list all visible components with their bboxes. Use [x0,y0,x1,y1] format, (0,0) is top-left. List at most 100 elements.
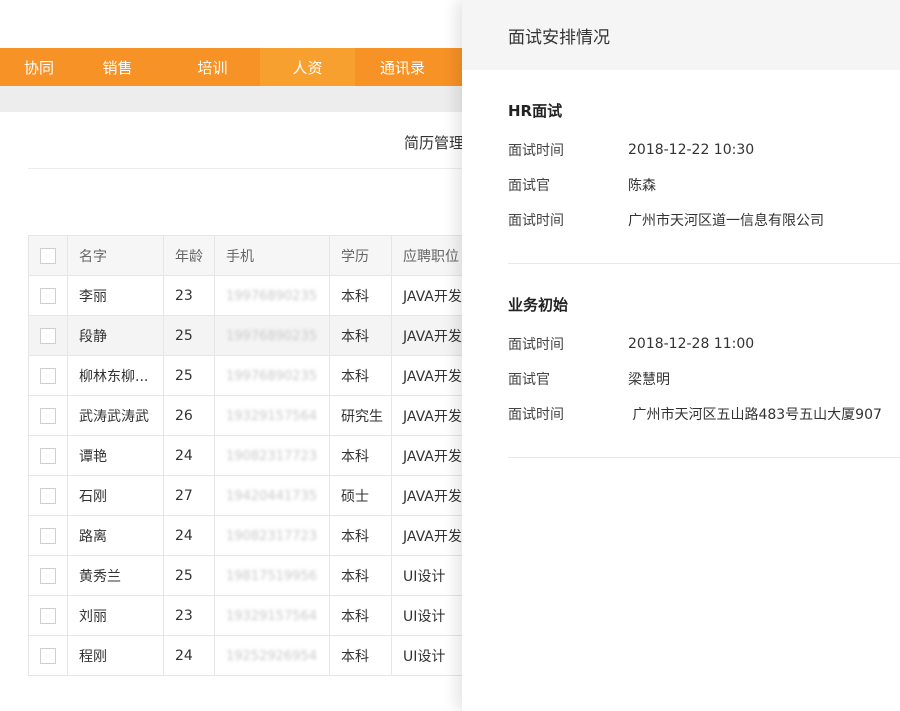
row-checkbox[interactable] [40,447,56,464]
row-select-cell [28,435,68,476]
cell-education: 本科 [329,595,392,636]
phone-value: 19252926954 [226,648,317,664]
cell-age: 24 [163,515,215,556]
cell-position: UI设计 [391,635,472,676]
cell-education: 本科 [329,635,392,676]
row-checkbox[interactable] [40,407,56,424]
row-checkbox[interactable] [40,647,56,664]
row-select-cell [28,475,68,516]
nav-item-hr[interactable]: 人资 [260,48,355,86]
table-row[interactable]: 柳林东柳... 25 19976890235 本科 JAVA开发 [28,355,472,396]
phone-value: 19329157564 [226,408,317,424]
cell-position: JAVA开发 [391,395,472,436]
cell-position: UI设计 [391,555,472,596]
column-header-phone[interactable]: 手机 [214,235,330,276]
detail-value: 2018-12-28 11:00 [628,335,755,352]
table-row[interactable]: 路离 24 19082317723 本科 JAVA开发 [28,515,472,556]
table-row[interactable]: 段静 25 19976890235 本科 JAVA开发 [28,315,472,356]
row-select-cell [28,515,68,556]
cell-age: 26 [163,395,215,436]
row-checkbox[interactable] [40,367,56,384]
section-divider [508,457,900,458]
cell-education: 研究生 [329,395,392,436]
nav-item-collab[interactable]: 协同 [0,48,70,86]
nav-item-contacts[interactable]: 通讯录 [355,48,450,86]
cell-position: JAVA开发 [391,315,472,356]
cell-age: 23 [163,595,215,636]
table-row[interactable]: 黄秀兰 25 19817519956 本科 UI设计 [28,555,472,596]
cell-name: 谭艳 [67,435,164,476]
cell-education: 本科 [329,315,392,356]
detail-label: 面试时间 [508,142,564,159]
row-checkbox[interactable] [40,527,56,544]
cell-phone: 19420441735 [214,475,330,516]
cell-education: 本科 [329,275,392,316]
cell-name: 李丽 [67,275,164,316]
resume-table: 名字 年龄 手机 学历 应聘职位 李丽 23 19976890235 本科 JA… [28,235,472,676]
cell-name: 程刚 [67,635,164,676]
phone-value: 19329157564 [226,608,317,624]
table-row[interactable]: 石刚 27 19420441735 硕士 JAVA开发 [28,475,472,516]
interview-section-business: 业务初始 面试时间 2018-12-28 11:00 面试官 梁慧明 面试时间 … [462,294,900,431]
cell-name: 柳林东柳... [67,355,164,396]
detail-row: 面试时间 2018-12-28 11:00 [508,326,900,361]
nav-item-sales[interactable]: 销售 [70,48,165,86]
cell-name: 武涛武涛武 [67,395,164,436]
cell-phone: 19082317723 [214,435,330,476]
sub-bar [0,86,470,112]
cell-education: 本科 [329,435,392,476]
cell-age: 27 [163,475,215,516]
drawer-title: 面试安排情况 [508,27,610,48]
row-checkbox[interactable] [40,567,56,584]
cell-position: JAVA开发 [391,515,472,556]
nav-item-training[interactable]: 培训 [165,48,260,86]
column-header-name[interactable]: 名字 [67,235,164,276]
detail-value: 广州市天河区道一信息有限公司 [628,212,824,229]
detail-label: 面试时间 [508,212,564,229]
table-row[interactable]: 李丽 23 19976890235 本科 JAVA开发 [28,275,472,316]
row-checkbox[interactable] [40,607,56,624]
phone-value: 19817519956 [226,568,317,584]
row-checkbox[interactable] [40,487,56,504]
detail-row: 面试官 梁慧明 [508,361,900,396]
row-checkbox[interactable] [40,287,56,304]
row-select-cell [28,595,68,636]
cell-phone: 19082317723 [214,515,330,556]
detail-row: 面试官 陈森 [508,167,900,202]
divider [28,168,468,169]
page-title: 简历管理 [404,134,465,152]
cell-name: 刘丽 [67,595,164,636]
cell-position: UI设计 [391,595,472,636]
detail-value: 陈森 [628,177,656,194]
cell-name: 石刚 [67,475,164,516]
cell-education: 本科 [329,555,392,596]
column-header-position[interactable]: 应聘职位 [391,235,472,276]
table-row[interactable]: 程刚 24 19252926954 本科 UI设计 [28,635,472,676]
cell-phone: 19817519956 [214,555,330,596]
cell-age: 25 [163,555,215,596]
column-header-age[interactable]: 年龄 [163,235,215,276]
table-row[interactable]: 谭艳 24 19082317723 本科 JAVA开发 [28,435,472,476]
column-header-education[interactable]: 学历 [329,235,392,276]
cell-position: JAVA开发 [391,355,472,396]
row-checkbox[interactable] [40,327,56,344]
interview-section-hr: HR面试 面试时间 2018-12-22 10:30 面试官 陈森 面试时间 广… [462,100,900,237]
cell-position: JAVA开发 [391,435,472,476]
row-select-cell [28,635,68,676]
row-select-cell [28,395,68,436]
select-all-checkbox[interactable] [40,247,56,264]
table-row[interactable]: 刘丽 23 19329157564 本科 UI设计 [28,595,472,636]
detail-value: 2018-12-22 10:30 [628,141,755,158]
detail-value: 梁慧明 [628,371,670,388]
cell-name: 段静 [67,315,164,356]
detail-label: 面试时间 [508,406,564,423]
row-select-cell [28,315,68,356]
cell-education: 本科 [329,515,392,556]
phone-value: 19082317723 [226,528,317,544]
cell-age: 23 [163,275,215,316]
table-header-row: 名字 年龄 手机 学历 应聘职位 [28,235,472,276]
select-all-cell [28,235,68,276]
phone-value: 19082317723 [226,448,317,464]
cell-name: 黄秀兰 [67,555,164,596]
table-row[interactable]: 武涛武涛武 26 19329157564 研究生 JAVA开发 [28,395,472,436]
